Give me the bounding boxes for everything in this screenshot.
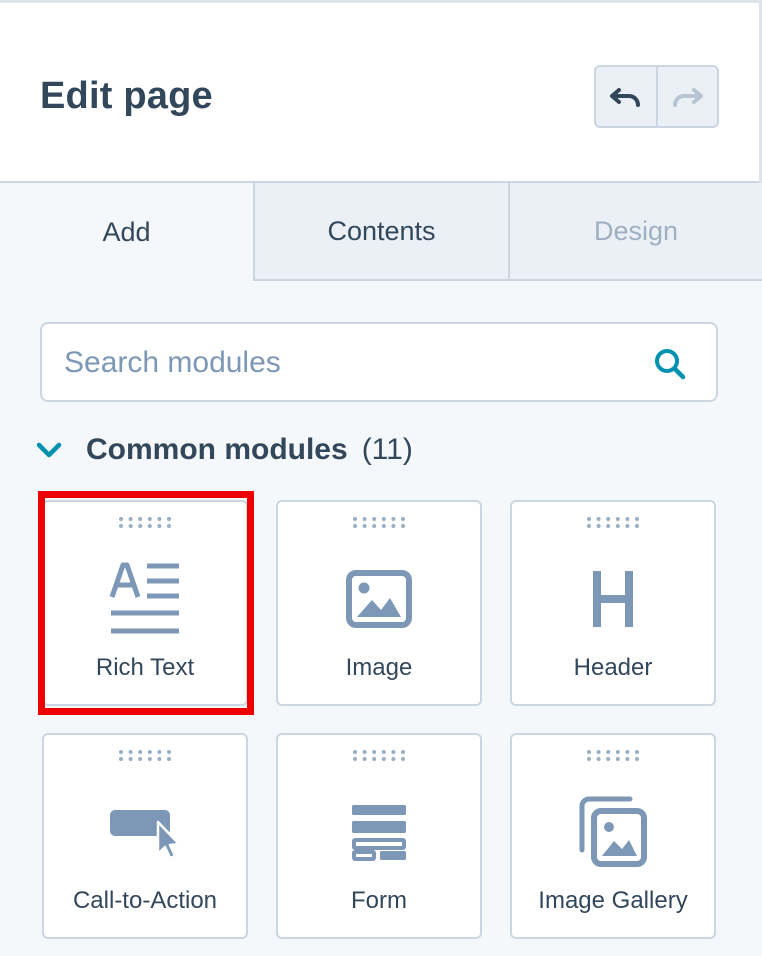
tab-add[interactable]: Add <box>0 183 253 281</box>
drag-handle-icon[interactable] <box>352 749 406 761</box>
call-to-action-icon <box>110 810 181 860</box>
undo-icon <box>609 87 640 107</box>
search-icon[interactable] <box>652 346 688 382</box>
module-label: Image Gallery <box>538 887 688 914</box>
tab-design[interactable]: Design <box>508 183 762 281</box>
image-icon <box>346 570 412 628</box>
redo-icon <box>673 87 704 107</box>
header-icon <box>593 571 633 627</box>
search-input[interactable] <box>62 324 626 402</box>
drag-handle-icon[interactable] <box>352 516 406 528</box>
tab-contents[interactable]: Contents <box>253 183 508 281</box>
undo-redo-group <box>594 65 719 128</box>
chevron-down-icon <box>36 442 62 458</box>
module-label: Call-to-Action <box>72 887 218 914</box>
page-title: Edit page <box>40 75 213 117</box>
module-label: Rich Text <box>95 654 195 681</box>
drag-handle-icon[interactable] <box>118 749 172 761</box>
image-gallery-icon <box>579 796 647 867</box>
module-card-call-to-action[interactable]: Call-to-Action <box>42 733 248 939</box>
panel-tabs: Add Contents Design <box>0 183 762 281</box>
drag-handle-icon[interactable] <box>586 749 640 761</box>
module-label: Header <box>573 654 653 681</box>
module-card-rich-text[interactable]: Rich Text <box>42 500 248 706</box>
form-icon <box>352 805 406 861</box>
module-label: Form <box>351 887 407 914</box>
redo-button[interactable] <box>658 67 718 126</box>
module-card-header[interactable]: Header <box>510 500 716 706</box>
module-card-image[interactable]: Image <box>276 500 482 706</box>
module-card-image-gallery[interactable]: Image Gallery <box>510 733 716 939</box>
editor-header: Edit page <box>0 0 762 183</box>
undo-button[interactable] <box>596 67 658 126</box>
search-box <box>40 322 718 402</box>
section-title: Common modules <box>86 433 348 466</box>
drag-handle-icon[interactable] <box>118 516 172 528</box>
module-label: Image <box>345 654 413 681</box>
section-count: (11) <box>361 433 413 466</box>
module-card-form[interactable]: Form <box>276 733 482 939</box>
rich-text-icon <box>109 562 179 634</box>
drag-handle-icon[interactable] <box>586 516 640 528</box>
common-modules-toggle[interactable]: Common modules (11) <box>34 428 413 472</box>
